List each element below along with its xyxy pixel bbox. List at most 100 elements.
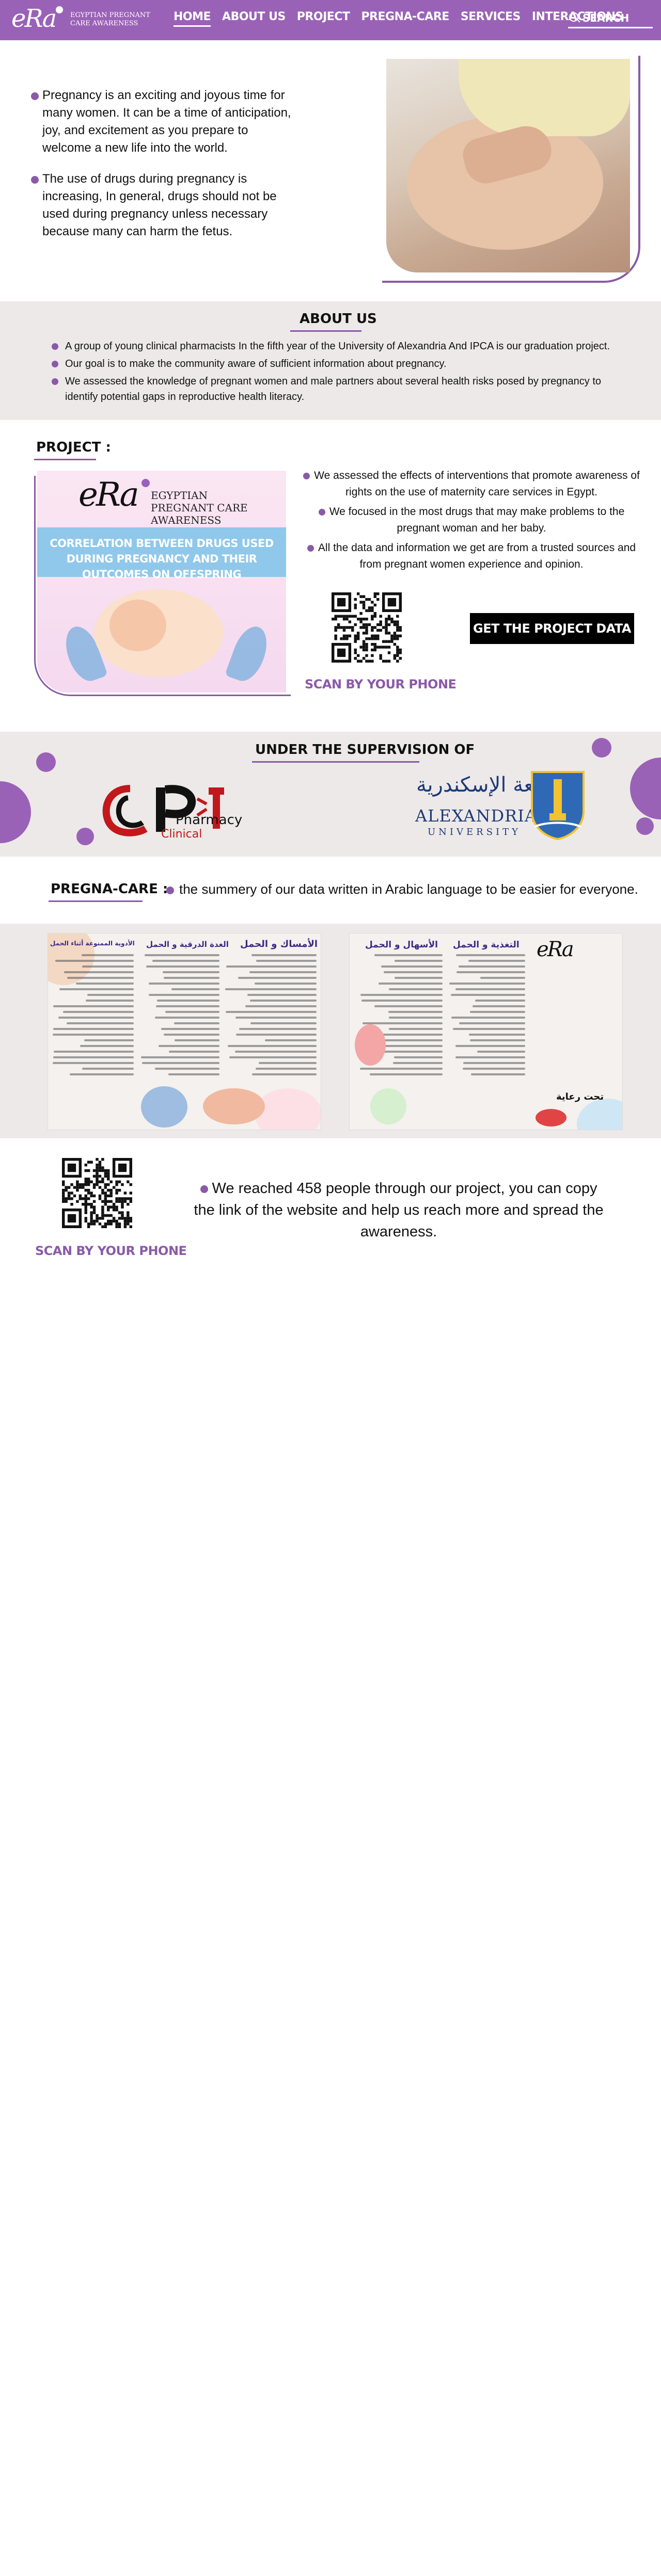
decor-dot — [36, 752, 56, 772]
flyer-text-line — [174, 1039, 219, 1041]
flyer-heading: الأمساك و الحمل — [240, 939, 318, 949]
baby-head — [109, 600, 166, 651]
photo-sweater-shape — [459, 59, 630, 136]
leaf-decoration — [224, 622, 274, 686]
project-card-banner-text: CORRELATION BETWEEN DRUGS USED DURING PR… — [50, 537, 274, 581]
flyer-text-line — [174, 1022, 219, 1024]
decor-dot — [0, 781, 31, 843]
project-card-logo-text: EGYPTIAN PREGNANT CARE AWARENESS — [151, 489, 248, 526]
about-item: A group of young clinical pharmacists In… — [50, 339, 623, 354]
get-project-data-button[interactable]: GET THE PROJECT DATA — [470, 613, 634, 644]
flyer-illustration — [355, 1024, 386, 1066]
flyer-text-line — [250, 1022, 317, 1024]
flyer-text-line — [455, 988, 525, 990]
flyer-text-line — [58, 1017, 134, 1019]
flyer-text-line — [226, 965, 317, 968]
project-item-text: We focused in the most drugs that may ma… — [329, 506, 625, 534]
flyer-heading: الأدوية الممنوعة أثناء الحمل — [50, 940, 135, 947]
about-item: We assessed the knowledge of pregnant wo… — [50, 374, 623, 405]
arabic-flyer-1[interactable]: الأمساك و الحمل الغدة الدرقية و الحمل ال… — [48, 933, 321, 1130]
flyer-text-line — [362, 1022, 443, 1024]
flyer-text-line — [162, 971, 219, 973]
bullet-dot — [303, 472, 310, 479]
flyer-text-line — [84, 1039, 134, 1041]
bullet-dot — [307, 544, 314, 552]
flyer-heading: الغدة الدرقية و الحمل — [146, 940, 229, 949]
flyer-text-line — [469, 1039, 525, 1041]
site-logo[interactable]: eRa EGYPTIAN PREGNANT CARE AWARENESS — [11, 3, 150, 37]
about-list: A group of young clinical pharmacists In… — [50, 339, 623, 407]
flyer-text-line — [66, 1022, 134, 1024]
project-item-text: We assessed the effects of interventions… — [314, 470, 640, 498]
flyer-text-line — [258, 1062, 317, 1064]
about-title-underline — [290, 330, 361, 332]
flyer-text-line — [63, 1011, 134, 1013]
flyer-text-line — [251, 954, 317, 956]
flyer-text-line — [146, 965, 219, 968]
flyer-illustration — [203, 1088, 265, 1124]
flyer-heading: تحت رعاية — [556, 1091, 604, 1102]
flyer-text-line — [389, 988, 443, 990]
flyer-text-line — [463, 1062, 525, 1064]
flyer-text-line — [86, 1000, 134, 1002]
flyer-text-line — [388, 1028, 443, 1030]
nav-item-about-us[interactable]: ABOUT US — [222, 10, 286, 27]
decor-dot — [636, 817, 654, 835]
flyer-text-line — [255, 983, 317, 985]
flyer-text-line — [480, 977, 525, 979]
nav-item-home[interactable]: HOME — [174, 10, 211, 27]
flyer-text-line — [171, 988, 219, 990]
flyer-text-line — [455, 1056, 525, 1058]
pregna-care-note: the summery of our data written in Arabi… — [166, 880, 638, 898]
flyer-text-line — [455, 954, 525, 956]
alexandria-shield-icon — [531, 771, 585, 840]
main-menu: HOME ABOUT US PROJECT PREGNA-CARE SERVIC… — [174, 10, 635, 27]
cp-text-clinical: Clinical — [161, 828, 202, 841]
flyer-text-line — [149, 983, 219, 985]
flyer-text-line — [245, 1005, 317, 1007]
flyer-text-line — [459, 965, 525, 968]
flyer-decor — [255, 1088, 321, 1130]
bullet-dot — [166, 886, 174, 894]
nav-item-pregna-care[interactable]: PREGNA-CARE — [361, 10, 449, 27]
flyer-text-line — [53, 1034, 134, 1036]
flyer-text-line — [159, 1045, 219, 1047]
flyer-text-line — [255, 1068, 317, 1070]
flyer-text-line — [168, 1073, 219, 1075]
bullet-dot — [200, 1185, 208, 1193]
project-card-banner: CORRELATION BETWEEN DRUGS USED DURING PR… — [37, 527, 286, 581]
project-card-logo-mark: eRa — [78, 476, 139, 514]
flyer-text-line — [229, 1056, 317, 1058]
logo-mark: eRa — [11, 4, 57, 33]
nav-item-services[interactable]: SERVICES — [461, 10, 521, 27]
flyer-text-line — [234, 1051, 317, 1053]
flyer-text-line — [238, 977, 317, 979]
flyer-text-line — [451, 1017, 525, 1019]
flyer-text-line — [235, 1017, 317, 1019]
baby-illustration — [94, 589, 223, 677]
nav-item-project[interactable]: PROJECT — [297, 10, 350, 27]
arabic-flyer-2[interactable]: eRa التغذية و الحمل الأسهال و الحمل تحت … — [349, 933, 623, 1130]
search-input[interactable] — [581, 10, 651, 26]
decor-dot — [592, 738, 611, 758]
logo-text: EGYPTIAN PREGNANT CARE AWARENESS — [70, 11, 150, 27]
flyer-text-line — [453, 1028, 525, 1030]
flyer-text-line — [459, 1022, 525, 1024]
flyer-text-line — [152, 960, 219, 962]
flyer-heading: التغذية و الحمل — [453, 940, 520, 950]
website-scan-label: SCAN BY YOUR PHONE — [35, 1244, 187, 1258]
flyer-text-line — [360, 1068, 443, 1070]
flyer-text-line — [475, 1000, 525, 1002]
flyer-text-line — [225, 988, 317, 990]
flyer-text-line — [252, 1073, 317, 1075]
flyer-text-line — [239, 1028, 317, 1030]
flyer-text-line — [388, 1017, 443, 1019]
flyer-text-line — [249, 971, 317, 973]
flyer-text-line — [381, 965, 443, 968]
flyer-text-line — [394, 1056, 443, 1058]
decor-dot — [76, 828, 94, 845]
logo-dot — [56, 6, 63, 13]
flyer-text-line — [87, 994, 134, 996]
top-navbar: eRa EGYPTIAN PREGNANT CARE AWARENESS HOM… — [0, 0, 661, 40]
search-icon[interactable] — [569, 12, 578, 22]
